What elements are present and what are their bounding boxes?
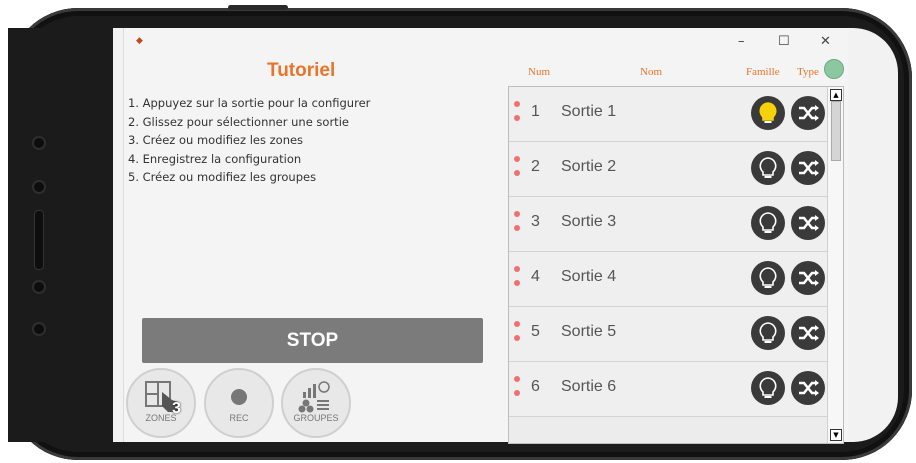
column-header-famille: Famille xyxy=(746,66,780,78)
type-button[interactable] xyxy=(791,151,825,185)
phone-top-button xyxy=(228,5,288,10)
shuffle-icon xyxy=(799,215,819,231)
output-name: Sortie 1 xyxy=(561,103,617,120)
type-status-icon xyxy=(824,59,844,79)
step-4: 4. Enregistrez la configuration xyxy=(128,151,302,166)
output-num: 2 xyxy=(531,158,540,175)
output-row[interactable]: 1 Sortie 1 xyxy=(509,87,827,142)
famille-button[interactable] xyxy=(751,151,785,185)
output-name: Sortie 2 xyxy=(561,158,617,175)
rec-label: REC xyxy=(229,413,249,423)
scroll-up-arrow-icon[interactable]: ▲ xyxy=(830,89,842,101)
step-5: 5. Créez ou modifiez les groupes xyxy=(128,170,317,185)
zones-icon xyxy=(145,381,178,412)
speaker-slot xyxy=(34,210,44,270)
scroll-thumb[interactable] xyxy=(831,101,841,161)
shuffle-icon xyxy=(799,380,819,396)
lightbulb-icon xyxy=(759,322,777,343)
shuffle-icon xyxy=(799,160,819,176)
type-button[interactable] xyxy=(791,96,825,130)
list-scrollbar[interactable]: ▲ ▼ xyxy=(827,87,843,443)
drag-handle-icon[interactable] xyxy=(514,266,520,294)
output-num: 6 xyxy=(531,378,540,395)
drag-handle-icon[interactable] xyxy=(514,321,520,349)
scroll-down-arrow-icon[interactable]: ▼ xyxy=(830,429,842,441)
famille-button[interactable] xyxy=(751,261,785,295)
type-button[interactable] xyxy=(791,261,825,295)
output-num: 4 xyxy=(531,268,540,285)
type-button[interactable] xyxy=(791,371,825,405)
close-button[interactable]: ✕ xyxy=(820,34,831,49)
camera-dot xyxy=(32,136,46,150)
maximize-button[interactable]: ☐ xyxy=(778,34,790,49)
output-name: Sortie 4 xyxy=(561,268,617,285)
column-header-nom: Nom xyxy=(640,66,662,78)
lightbulb-icon xyxy=(759,157,777,178)
zones-button[interactable]: 3 ZONES xyxy=(126,368,196,438)
drag-handle-icon[interactable] xyxy=(514,376,520,404)
groupes-button[interactable]: GROUPES xyxy=(281,368,351,438)
output-num: 5 xyxy=(531,323,540,340)
zones-label: ZONES xyxy=(145,413,177,423)
output-num: 1 xyxy=(531,103,540,120)
shuffle-icon xyxy=(799,105,819,121)
output-row[interactable]: 3 Sortie 3 xyxy=(509,197,827,252)
output-name: Sortie 5 xyxy=(561,323,617,340)
app-logo-icon: ◆ xyxy=(136,36,143,46)
column-header-type: Type xyxy=(797,66,819,78)
famille-button[interactable] xyxy=(751,96,785,130)
step-1: 1. Appuyez sur la sortie pour la configu… xyxy=(128,96,371,110)
sensor-dot xyxy=(32,180,46,194)
lightbulb-active-icon xyxy=(759,102,777,123)
lightbulb-icon xyxy=(759,212,777,233)
stop-button[interactable]: STOP xyxy=(142,318,483,363)
rec-button[interactable]: REC xyxy=(204,368,274,438)
output-num: 3 xyxy=(531,213,540,230)
step-2: 2. Glissez pour sélectionner une sortie xyxy=(128,114,349,129)
lightbulb-icon xyxy=(759,377,777,398)
famille-button[interactable] xyxy=(751,371,785,405)
output-list[interactable]: 1 Sortie 1 2 Sortie 2 3 Sortie 3 4 Sorti… xyxy=(508,86,844,444)
output-row[interactable]: 2 Sortie 2 xyxy=(509,142,827,197)
groupes-label: GROUPES xyxy=(293,413,339,423)
sensor-dot-3 xyxy=(32,322,46,336)
type-button[interactable] xyxy=(791,316,825,350)
page-title: Tutoriel xyxy=(267,60,336,81)
type-button[interactable] xyxy=(791,206,825,240)
famille-button[interactable] xyxy=(751,316,785,350)
shuffle-icon xyxy=(799,270,819,286)
app-window: ◆ – ☐ ✕ Tutoriel 1. Appuyez sur la sorti… xyxy=(123,28,848,444)
record-icon xyxy=(231,389,247,405)
drag-handle-icon[interactable] xyxy=(514,211,520,239)
output-row[interactable]: 6 Sortie 6 xyxy=(509,362,827,417)
lightbulb-icon xyxy=(759,267,777,288)
column-header-num: Num xyxy=(528,66,550,78)
output-name: Sortie 6 xyxy=(561,378,617,395)
sensor-dot-2 xyxy=(32,280,46,294)
output-row[interactable]: 5 Sortie 5 xyxy=(509,307,827,362)
famille-button[interactable] xyxy=(751,206,785,240)
tutorial-steps: 1. Appuyez sur la sortie pour la configu… xyxy=(128,94,370,187)
minimize-button[interactable]: – xyxy=(738,34,745,49)
output-row[interactable]: 4 Sortie 4 xyxy=(509,252,827,307)
output-name: Sortie 3 xyxy=(561,213,617,230)
shuffle-icon xyxy=(799,325,819,341)
groups-icon xyxy=(298,381,330,413)
step-3: 3. Créez ou modifiez les zones xyxy=(128,133,304,148)
phone-left-bezel xyxy=(8,28,113,442)
drag-handle-icon[interactable] xyxy=(514,156,520,184)
drag-handle-icon[interactable] xyxy=(514,101,520,129)
